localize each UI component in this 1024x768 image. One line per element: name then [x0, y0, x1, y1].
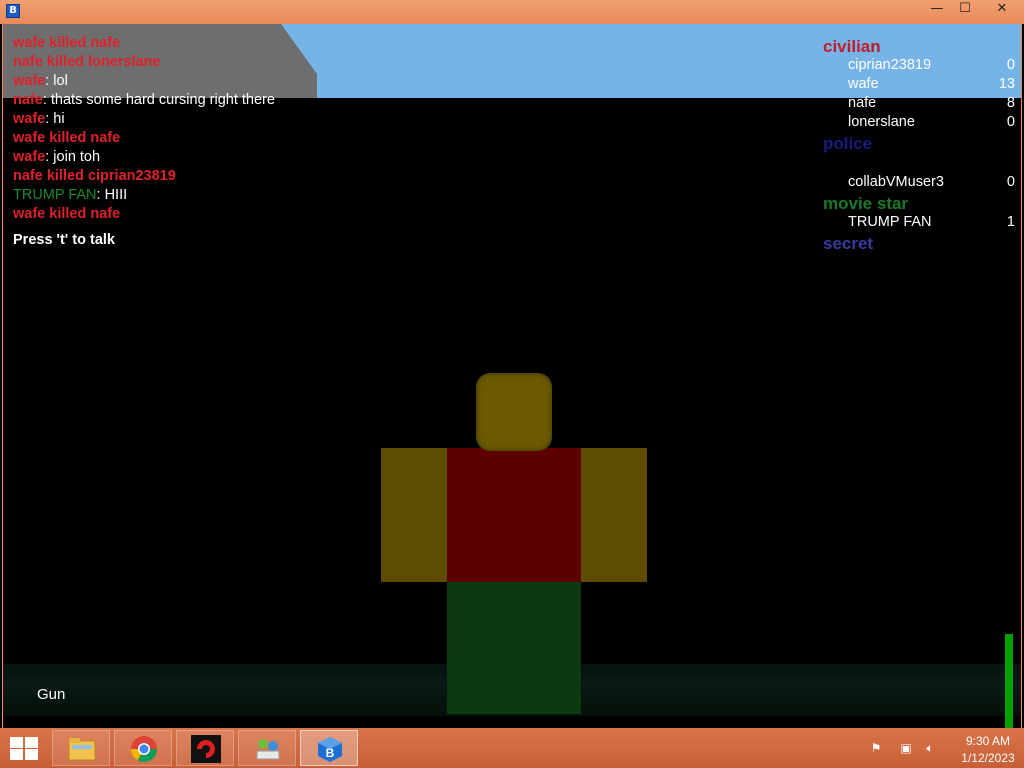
player-name: lonerslane — [848, 114, 915, 130]
taskbar: B ⚑ ▣ 🔈︎ 9:30 AM 1/12/2023 — [0, 728, 1024, 768]
clock-date[interactable]: 1/12/2023 — [952, 751, 1024, 765]
player-name: collabVMuser3 — [848, 174, 944, 190]
player-score: 8 — [1006, 95, 1015, 111]
player-name: wafe — [848, 76, 879, 92]
player-name: TRUMP FAN — [848, 214, 932, 230]
action-center-flag-icon[interactable]: ⚑ — [868, 741, 884, 755]
player-row: TRUMP FAN 1 — [823, 214, 1015, 233]
player-score: 0 — [1006, 174, 1015, 190]
chat-message: nafe: thats some hard cursing right ther… — [13, 91, 343, 110]
team-movie-star-header: movie star — [823, 194, 909, 213]
avatar-left-arm — [381, 448, 448, 582]
windows-start-icon[interactable] — [8, 736, 40, 760]
taskbar-network[interactable] — [238, 730, 296, 766]
system-tray: ⚑ ▣ 🔈︎ 9:30 AM 1/12/2023 — [860, 728, 1024, 768]
avatar-head — [476, 373, 552, 451]
chat-text: : thats some hard cursing right there — [42, 92, 275, 108]
chat-message: wafe: join toh — [13, 148, 343, 167]
chat-hint: Press 't' to talk — [13, 232, 115, 248]
taskbar-chrome[interactable] — [114, 730, 172, 766]
team-civilian-header: civilian — [823, 37, 881, 56]
file-explorer-icon — [68, 738, 96, 761]
chat-kill-message: nafe killed ciprian23819 — [13, 168, 176, 184]
player-row: wafe 13 — [823, 76, 1015, 95]
player-name: ciprian23819 — [848, 57, 932, 73]
chat-sender: wafe — [13, 149, 46, 165]
network-icon — [256, 739, 280, 760]
svg-text:B: B — [326, 746, 335, 760]
player-score: 1 — [1006, 214, 1015, 230]
taskbar-garena[interactable] — [176, 730, 234, 766]
volume-icon[interactable]: 🔈︎ — [922, 741, 938, 755]
chat-text: : join toh — [45, 149, 101, 165]
chat-log: wafe killed nafe nafe killed lonerslane … — [13, 34, 343, 224]
chat-message: TRUMP FAN: HIII — [13, 186, 343, 205]
player-row: ciprian23819 0 — [823, 57, 1015, 76]
roblox-icon: B — [318, 737, 342, 762]
chat-kill-message: wafe killed nafe — [13, 35, 121, 51]
chat-sender: wafe — [13, 111, 46, 127]
health-bar — [1005, 634, 1013, 728]
taskbar-roblox[interactable]: B — [300, 730, 358, 766]
chat-message: wafe: lol — [13, 72, 343, 91]
tool-slot-gun[interactable]: Gun — [37, 686, 65, 703]
close-button[interactable]: ✕ — [984, 0, 1020, 20]
chat-text: : HIII — [96, 187, 128, 203]
game-viewport[interactable]: wafe killed nafe nafe killed lonerslane … — [2, 24, 1022, 728]
minimize-button[interactable]: — — [922, 0, 952, 20]
player-row: collabVMuser3 0 — [823, 174, 1015, 193]
avatar-torso — [447, 448, 581, 582]
player-row: lonerslane 0 — [823, 114, 1015, 133]
network-status-icon[interactable]: ▣ — [898, 741, 914, 755]
chat-text: : lol — [45, 73, 68, 89]
chrome-icon — [130, 736, 158, 763]
garena-icon — [191, 735, 221, 763]
leaderboard: civilian ciprian23819 0 wafe 13 nafe 8 lone… — [823, 36, 1015, 254]
app-icon: B — [6, 4, 20, 18]
player-name: nafe — [848, 95, 877, 111]
chat-sender: wafe — [13, 73, 46, 89]
player-score: 0 — [1006, 57, 1015, 73]
chat-kill-message: wafe killed nafe — [13, 206, 121, 222]
avatar-legs — [447, 582, 581, 714]
player-score: 13 — [998, 76, 1015, 92]
chat-text: : hi — [45, 111, 65, 127]
chat-kill-message: nafe killed lonerslane — [13, 54, 161, 70]
chat-sender: TRUMP FAN — [13, 187, 97, 203]
window-title-bar: B — ☐ ✕ — [0, 0, 1024, 24]
chat-sender: nafe — [13, 92, 43, 108]
clock-time[interactable]: 9:30 AM — [956, 734, 1020, 748]
player-score: 0 — [1006, 114, 1015, 130]
maximize-button[interactable]: ☐ — [950, 0, 980, 20]
taskbar-file-explorer[interactable] — [52, 730, 110, 766]
chat-message: wafe: hi — [13, 110, 343, 129]
player-row: nafe 8 — [823, 95, 1015, 114]
team-secret-header: secret — [823, 234, 874, 253]
avatar-right-arm — [580, 448, 647, 582]
chat-kill-message: wafe killed nafe — [13, 130, 121, 146]
team-police-header: police — [823, 134, 873, 153]
